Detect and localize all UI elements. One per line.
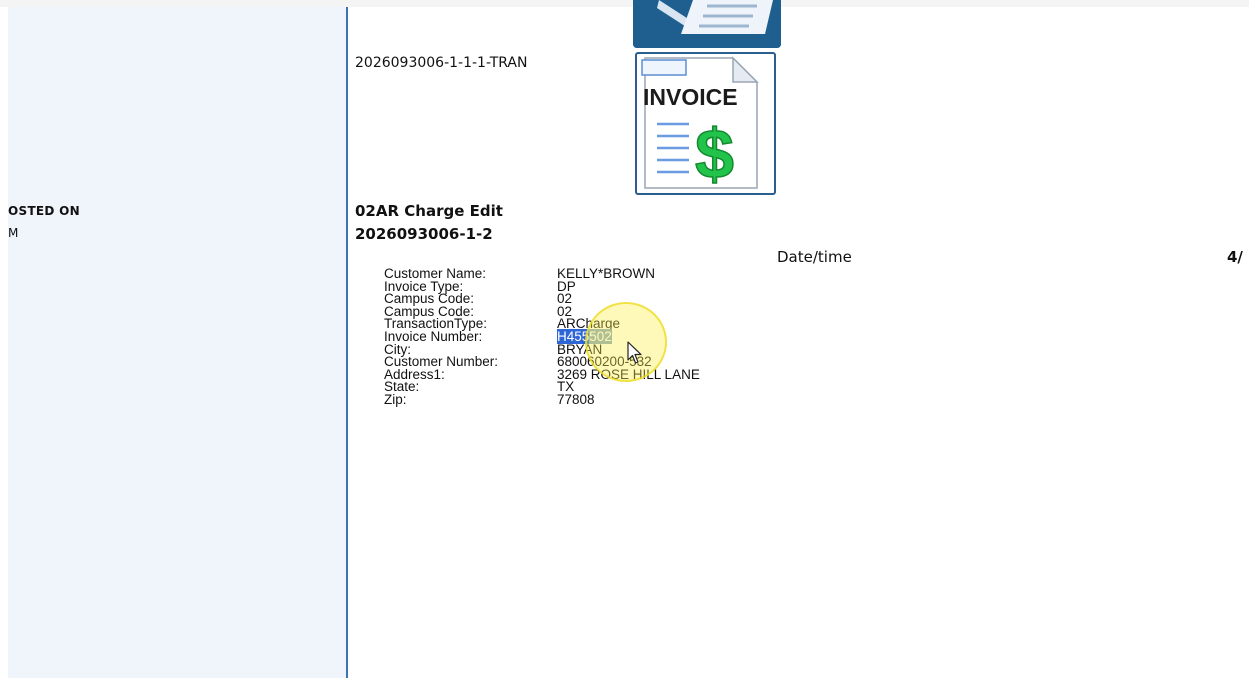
datetime-column-header: Date/time: [777, 248, 852, 266]
invoice-icon-button[interactable]: INVOICE $: [635, 52, 776, 195]
document-thumbnail-icon[interactable]: [633, 0, 781, 48]
left-panel: [8, 7, 346, 678]
form-title: 02AR Charge Edit: [355, 202, 503, 220]
field-label: Zip:: [384, 391, 407, 407]
transaction-id: 2026093006-1-1-1-TRAN: [355, 55, 528, 71]
form-id: 2026093006-1-2: [355, 225, 493, 243]
page-indicator: 4/: [1227, 248, 1243, 266]
top-strip: [0, 0, 1249, 7]
field-value[interactable]: 3269 ROSE HILL LANE: [557, 368, 700, 382]
invoice-dollar-symbol: $: [695, 115, 734, 193]
field-value[interactable]: 77808: [557, 393, 595, 407]
invoice-icon-label: INVOICE: [643, 84, 738, 110]
posted-on-value: M: [8, 226, 19, 240]
posted-on-column-header[interactable]: OSTED ON: [8, 204, 80, 218]
panel-divider[interactable]: [346, 7, 348, 678]
